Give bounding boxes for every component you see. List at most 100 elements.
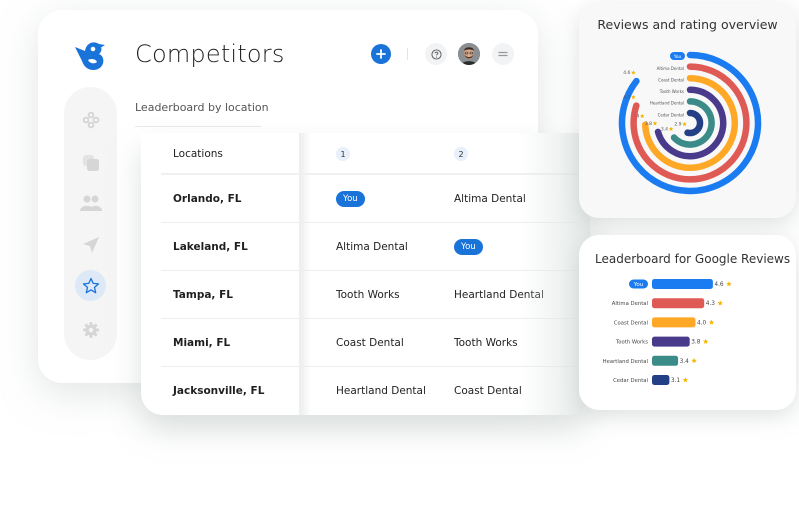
star-icon [703, 338, 709, 344]
rank-2-cell: You [454, 223, 483, 270]
rank-1-cell: Tooth Works [336, 271, 400, 318]
competitor-name: Coast Dental [454, 385, 522, 397]
category-label: Altima Dental [657, 66, 684, 71]
table-row[interactable]: Lakeland, FL Altima Dental You [161, 223, 581, 271]
avatar-photo-icon [458, 43, 480, 65]
value-label: 3.8 [645, 121, 652, 127]
layers-icon [82, 154, 99, 171]
category-label: Heartland Dental [650, 101, 684, 106]
star-icon [639, 113, 645, 119]
sidebar-item-reviews[interactable] [75, 270, 106, 301]
rank-1-cell: Altima Dental [336, 223, 408, 270]
help-button[interactable] [425, 43, 447, 65]
competitor-name: Altima Dental [336, 240, 408, 253]
menu-button[interactable] [492, 43, 514, 65]
table-row[interactable]: Jacksonville, FL Heartland Dental Coast De… [161, 367, 581, 415]
radial-arc-cedar-dental[interactable] [684, 109, 704, 137]
page-title: Competitors [135, 40, 285, 68]
category-label: Tooth Works [615, 340, 648, 346]
rank-2-cell: Heartland Dental [454, 271, 544, 318]
category-label: You [673, 54, 682, 59]
column-header-rank-1: 1 [336, 135, 350, 173]
add-button[interactable] [371, 44, 391, 64]
table-row[interactable]: Miami, FL Coast Dental Tooth Works [161, 319, 581, 367]
competitor-name: Heartland Dental [336, 385, 426, 397]
sidebar-item-dashboard[interactable] [75, 104, 106, 135]
table-row[interactable]: Orlando, FL You Altima Dental [161, 175, 581, 223]
value-label: 3.4 [680, 359, 690, 365]
sidebar-item-layers[interactable] [75, 147, 106, 178]
star-icon [668, 126, 674, 131]
value-label: 3.4 [661, 127, 668, 133]
star-icon [652, 121, 658, 126]
bar-altima-dental[interactable] [652, 298, 705, 309]
location-name: Orlando, FL [173, 192, 242, 205]
category-label: Coast Dental [614, 320, 648, 326]
value-label: 4.6 [714, 282, 724, 288]
star-icon [631, 94, 636, 100]
star-icon [682, 377, 689, 383]
star-icon [631, 70, 636, 75]
bar-cedar-dental[interactable] [652, 375, 670, 385]
rank-badge: 1 [336, 147, 350, 161]
competitor-name: Heartland Dental [454, 288, 544, 301]
category-label: Cedar Dental [658, 112, 684, 117]
location-cell: Lakeland, FL [173, 223, 248, 270]
subtitle-divider [135, 126, 261, 127]
brand-logo-icon[interactable] [72, 38, 108, 74]
bar-tooth-works[interactable] [652, 336, 690, 347]
google-reviews-leaderboard-card: Leaderboard for Google Reviews You 4.6 Alt… [579, 235, 796, 410]
value-label: 4.0 [697, 320, 707, 326]
send-icon [82, 236, 99, 253]
location-cell: Jacksonville, FL [173, 367, 264, 415]
hamburger-icon [498, 51, 508, 57]
radial-chart: You 4.6 Altima Dental 4.3 Coast Dental 4 Tooth… [618, 51, 762, 195]
rank-2-cell: Altima Dental [454, 175, 526, 222]
category-label: Altima Dental [612, 301, 648, 307]
star-icon [726, 281, 732, 287]
leaderboard-subtitle: Leaderboard by location [135, 101, 269, 114]
location-name: Lakeland, FL [173, 240, 248, 253]
bar-chart: You 4.6 Altima Dental 4.3 Coast Dental 4.0 Too… [603, 279, 732, 385]
bar-coast-dental[interactable] [652, 317, 696, 328]
rank-1-cell: Coast Dental [336, 319, 404, 366]
rank-badge: 2 [454, 147, 468, 161]
toolbar-divider [407, 48, 408, 60]
you-badge: You [336, 190, 365, 207]
competitor-name: Altima Dental [454, 192, 526, 205]
value-label: 4.6 [623, 70, 630, 76]
table-row[interactable]: Tampa, FL Tooth Works Heartland Dental [161, 271, 581, 319]
star-icon [682, 121, 687, 127]
sidebar [64, 87, 117, 360]
user-avatar[interactable] [458, 43, 480, 65]
value-label: 2.9 [674, 122, 681, 128]
rank-2-cell: Tooth Works [454, 319, 518, 366]
users-icon [79, 195, 102, 211]
value-label: 4 [636, 114, 639, 120]
sidebar-item-users[interactable] [75, 187, 106, 218]
competitor-name: Tooth Works [454, 336, 518, 349]
location-name: Jacksonville, FL [173, 385, 265, 397]
value-label: 3.8 [691, 340, 701, 346]
dashboard-dots-icon [82, 111, 99, 128]
category-label: Coast Dental [658, 78, 684, 83]
rank-1-cell: You [336, 175, 365, 222]
location-cell: Tampa, FL [173, 271, 233, 318]
column-header-locations: Locations [173, 148, 223, 160]
sidebar-item-send[interactable] [75, 229, 106, 260]
rank-1-cell: Heartland Dental [336, 367, 426, 415]
value-label: 4.3 [623, 95, 630, 101]
star-icon [691, 358, 697, 364]
bar-heartland-dental[interactable] [652, 355, 679, 366]
star-icon [717, 300, 723, 306]
plus-icon [376, 49, 386, 59]
category-label: Cedar Dental [613, 378, 648, 384]
bar-you[interactable] [652, 279, 713, 289]
location-name: Tampa, FL [173, 288, 233, 301]
competitor-name: Coast Dental [336, 336, 404, 349]
value-label: 4.3 [706, 301, 716, 307]
competitor-name: Tooth Works [336, 288, 400, 301]
reviews-rating-overview-card: Reviews and rating overview You 4.6 Altima… [579, 3, 796, 218]
sidebar-item-settings[interactable] [75, 314, 106, 345]
category-label: Heartland Dental [603, 359, 648, 365]
